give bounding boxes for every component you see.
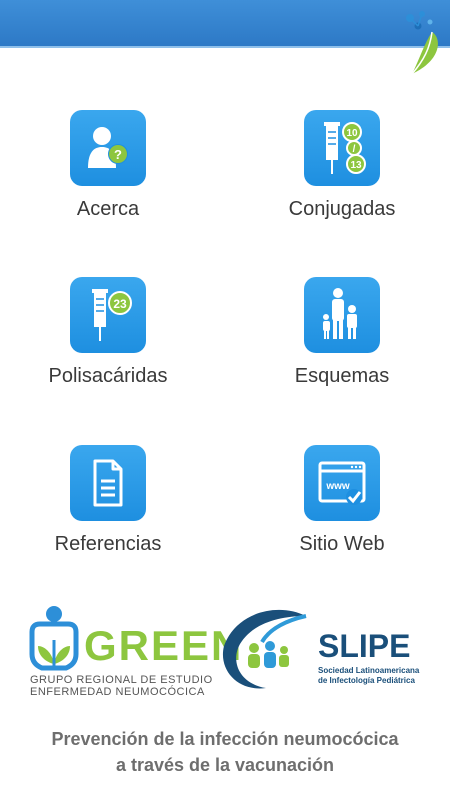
green-logo-icon bbox=[29, 606, 79, 671]
number-10: 10 bbox=[346, 128, 358, 139]
menu-label: Sitio Web bbox=[299, 533, 385, 555]
menu-label: Acerca bbox=[76, 198, 140, 220]
slipe-subtitle-line1: Sociedad Latinoamericana bbox=[318, 666, 420, 675]
document-icon bbox=[70, 445, 146, 521]
syringe-numbers-icon: 10 / 13 bbox=[304, 110, 380, 186]
green-subtitle-line2: ENFERMEDAD NEUMOCÓCICA bbox=[30, 686, 205, 698]
web-browser-icon: www bbox=[304, 445, 380, 521]
menu-label: Esquemas bbox=[294, 365, 390, 387]
menu-item-polisacaridas[interactable]: 23 Polisacáridas bbox=[8, 277, 208, 388]
header-bar bbox=[0, 0, 450, 48]
tagline-line2: a través de la vacunación bbox=[115, 755, 335, 775]
svg-text:?: ? bbox=[114, 147, 122, 162]
slipe-logo-word: SLIPE bbox=[318, 628, 411, 664]
app-logo-icon bbox=[406, 11, 438, 75]
family-icon bbox=[304, 277, 380, 353]
number-13: 13 bbox=[350, 160, 362, 171]
menu-label: Conjugadas bbox=[288, 198, 396, 220]
number-23: 23 bbox=[113, 297, 127, 311]
menu-label: Polisacáridas bbox=[48, 365, 168, 387]
tagline-line1: Prevención de la infección neumocócica bbox=[51, 729, 399, 749]
menu-item-referencias[interactable]: Referencias bbox=[8, 445, 208, 556]
slipe-logo-subtitle: Sociedad Latinoamericana de Infectología… bbox=[318, 666, 419, 686]
green-logo-subtitle: GRUPO REGIONAL DE ESTUDIO ENFERMEDAD NEU… bbox=[30, 674, 213, 698]
www-text: www bbox=[325, 481, 350, 492]
green-subtitle-line1: GRUPO REGIONAL DE ESTUDIO bbox=[30, 674, 213, 686]
sponsor-logos: GREEN GRUPO REGIONAL DE ESTUDIO ENFERMED… bbox=[0, 600, 450, 710]
menu-item-sitio-web[interactable]: www Sitio Web bbox=[242, 445, 442, 556]
number-slash: / bbox=[353, 144, 356, 155]
slipe-subtitle-line2: de Infectología Pediátrica bbox=[318, 676, 415, 685]
menu-item-esquemas[interactable]: Esquemas bbox=[242, 277, 442, 388]
menu-label: Referencias bbox=[54, 533, 162, 555]
tagline: Prevención de la infección neumocócica a… bbox=[0, 726, 450, 778]
user-question-icon: ? bbox=[70, 110, 146, 186]
menu-item-conjugadas[interactable]: 10 / 13 Conjugadas bbox=[242, 110, 442, 221]
syringe-23-icon: 23 bbox=[70, 277, 146, 353]
menu-item-acerca[interactable]: ? Acerca bbox=[8, 110, 208, 221]
slipe-logo-icon bbox=[222, 609, 307, 689]
